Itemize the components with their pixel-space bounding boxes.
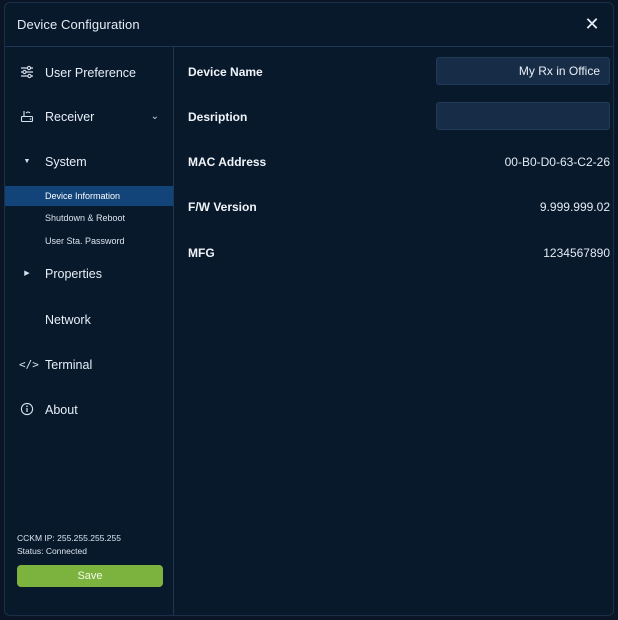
info-icon (19, 402, 35, 418)
sidebar-item-label: Network (45, 313, 91, 327)
sidebar-item-receiver[interactable]: Receiver ⌄ (5, 105, 173, 129)
sidebar-item-about[interactable]: About (5, 398, 173, 422)
caret-down-icon: ▼ (23, 158, 31, 165)
device-name-field[interactable] (436, 57, 610, 85)
dialog-title: Device Configuration (17, 17, 140, 32)
sidebar-item-network[interactable]: Network (5, 308, 173, 332)
title-bar: Device Configuration ✕ (5, 3, 613, 47)
sidebar: User Preference Receiver ⌄ ▼ System Devi… (5, 47, 174, 615)
sidebar-item-label: User Preference (45, 66, 137, 80)
sidebar-item-user-preference[interactable]: User Preference (5, 61, 173, 85)
description-label: Desription (188, 110, 248, 124)
description-field[interactable] (436, 102, 610, 130)
mfg-label: MFG (188, 246, 215, 260)
sidebar-item-system[interactable]: ▼ System (5, 150, 173, 174)
save-button[interactable]: Save (17, 565, 163, 587)
sidebar-item-label: Properties (45, 267, 102, 281)
chevron-down-icon: ⌄ (150, 111, 159, 122)
code-icon: </> (19, 358, 39, 371)
caret-right-icon: ▶ (24, 270, 30, 277)
sidebar-subitem-shutdown-reboot[interactable]: Shutdown & Reboot (5, 208, 173, 228)
sidebar-item-label: Terminal (45, 358, 93, 372)
fw-version-value: 9.999.999.02 (539, 200, 610, 214)
sidebar-subitem-label: User Sta. Password (45, 236, 125, 246)
mac-address-label: MAC Address (188, 155, 267, 169)
sidebar-item-label: About (45, 403, 78, 417)
sidebar-item-properties[interactable]: ▶ Properties (5, 262, 173, 286)
device-name-label: Device Name (188, 65, 263, 79)
sidebar-item-label: Receiver (45, 110, 95, 124)
sidebar-subitem-label: Shutdown & Reboot (45, 213, 126, 223)
device-information-panel: Device Name Desription MAC Address 00-B0… (174, 47, 613, 615)
mac-address-value: 00-B0-D0-63-C2-26 (504, 155, 610, 169)
sidebar-subitem-user-sta-password[interactable]: User Sta. Password (5, 231, 173, 251)
sidebar-item-terminal[interactable]: </> Terminal (5, 353, 173, 377)
sidebar-item-label: System (45, 155, 87, 169)
connection-status-text: Status: Connected (17, 546, 87, 556)
device-configuration-dialog: Device Configuration ✕ User Preference R… (4, 2, 614, 616)
mfg-value: 1234567890 (543, 246, 610, 260)
router-icon (19, 109, 35, 125)
close-icon[interactable]: ✕ (581, 13, 603, 35)
fw-version-label: F/W Version (188, 200, 257, 214)
sidebar-subitem-device-information[interactable]: Device Information (5, 186, 173, 206)
sliders-icon (19, 65, 35, 81)
cckm-ip-text: CCKM IP: 255.255.255.255 (17, 533, 121, 543)
sidebar-subitem-label: Device Information (45, 191, 121, 201)
